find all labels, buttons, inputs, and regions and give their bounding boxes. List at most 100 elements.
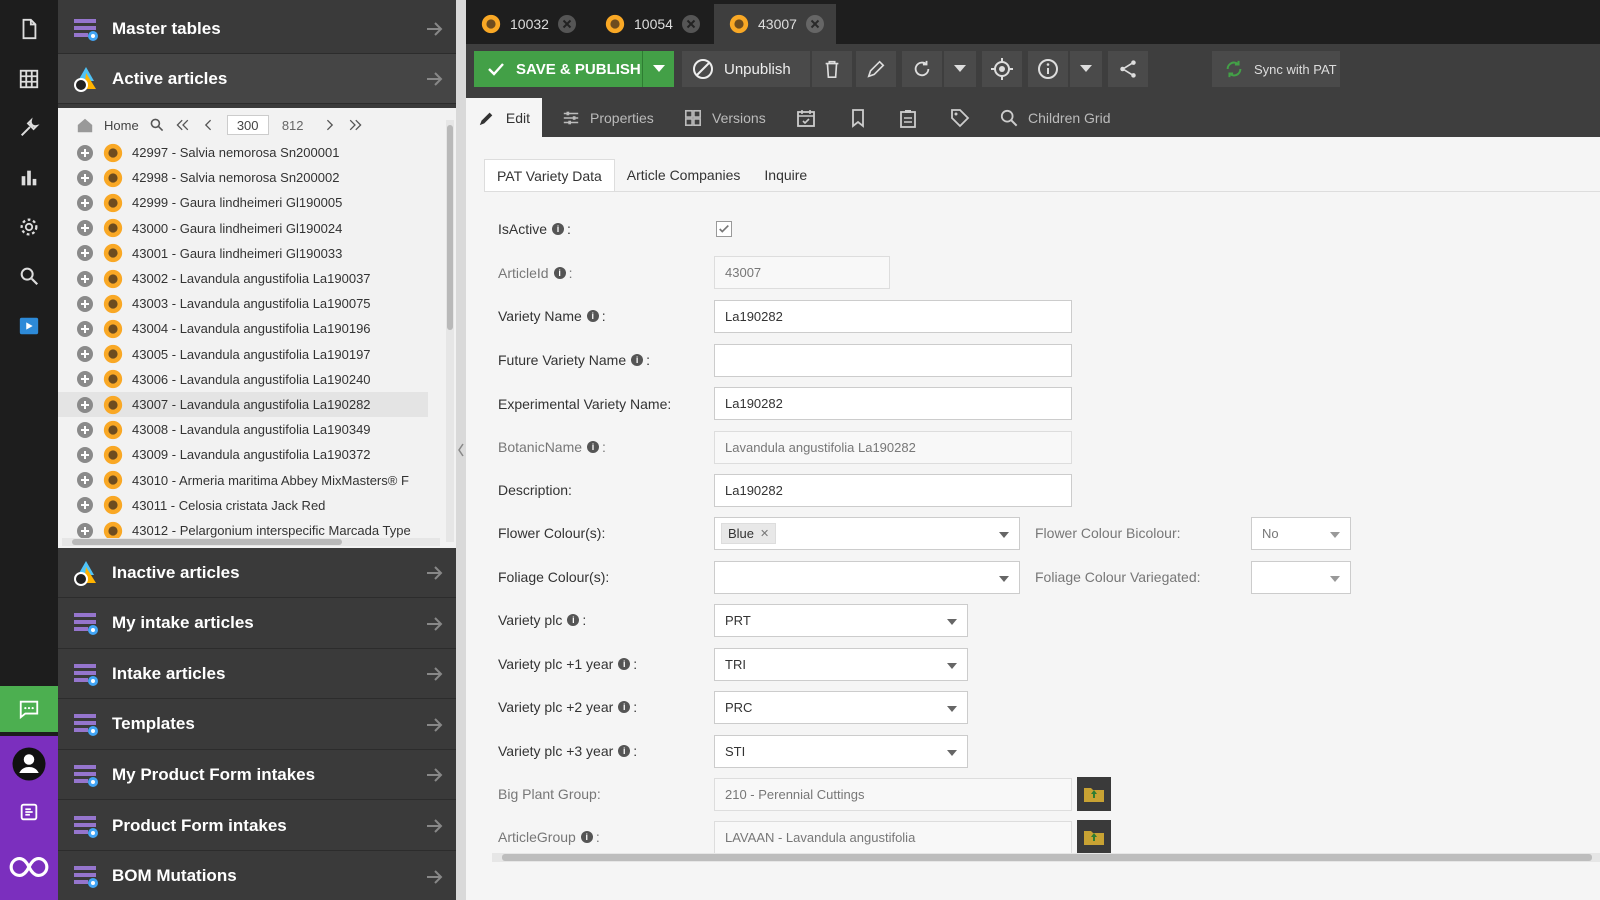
info-icon[interactable]: i xyxy=(618,745,631,757)
future-variety-name-input[interactable] xyxy=(714,344,1072,377)
expand-icon[interactable] xyxy=(76,144,94,162)
tree-item[interactable]: 43011 - Celosia cristata Jack Red xyxy=(58,493,428,518)
doc-tab-10054[interactable]: 10054 xyxy=(590,4,712,44)
close-icon[interactable] xyxy=(682,15,700,33)
search-icon[interactable] xyxy=(149,117,165,133)
tree-item[interactable]: 43007 - Lavandula angustifolia La190282 xyxy=(58,392,428,417)
doc-tab-43007[interactable]: 43007 xyxy=(714,4,836,44)
remove-tag-icon[interactable]: ✕ xyxy=(760,527,769,540)
sync-with-pat-button[interactable]: Sync with PAT xyxy=(1212,51,1340,87)
expand-icon[interactable] xyxy=(76,396,94,414)
tab-schedule[interactable] xyxy=(784,98,838,137)
variety-plc-plus3-select[interactable]: STI xyxy=(714,735,968,768)
play-icon[interactable] xyxy=(0,303,58,349)
expand-icon[interactable] xyxy=(76,345,94,363)
delete-button[interactable] xyxy=(812,51,852,87)
expand-icon[interactable] xyxy=(76,270,94,288)
tab-pat-variety-data[interactable]: PAT Variety Data xyxy=(484,159,615,191)
gear-icon[interactable] xyxy=(0,204,58,250)
flower-colour-bicolour-select[interactable]: No xyxy=(1251,517,1351,550)
tab-properties[interactable]: Properties xyxy=(550,98,666,137)
tab-edit[interactable]: Edit xyxy=(466,98,542,137)
next-page-icon[interactable] xyxy=(321,117,337,133)
tab-tags[interactable] xyxy=(938,98,992,137)
tab-article-companies[interactable]: Article Companies xyxy=(615,159,753,191)
chat-icon[interactable] xyxy=(0,686,58,732)
foliage-colour-variegated-select[interactable] xyxy=(1251,561,1351,594)
tab-clipboard[interactable] xyxy=(886,98,940,137)
tree-item[interactable]: 42997 - Salvia nemorosa Sn200001 xyxy=(58,140,428,165)
tree-item[interactable]: 42998 - Salvia nemorosa Sn200002 xyxy=(58,165,428,190)
variety-name-input[interactable]: La190282 xyxy=(714,300,1072,333)
section-my-intake-articles[interactable]: My intake articles xyxy=(58,599,456,649)
info-options-dropdown[interactable] xyxy=(1070,51,1102,87)
expand-icon[interactable] xyxy=(76,496,94,514)
last-page-icon[interactable] xyxy=(347,117,363,133)
info-icon[interactable]: i xyxy=(567,614,580,626)
info-button[interactable] xyxy=(1028,51,1068,87)
expand-icon[interactable] xyxy=(76,244,94,262)
wrench-icon[interactable] xyxy=(0,105,58,151)
close-icon[interactable] xyxy=(806,15,824,33)
page-number-input[interactable]: 300 xyxy=(226,115,269,135)
prev-page-icon[interactable] xyxy=(201,117,217,133)
tree-item[interactable]: 43004 - Lavandula angustifolia La190196 xyxy=(58,316,428,341)
section-templates[interactable]: Templates xyxy=(58,700,456,750)
expand-icon[interactable] xyxy=(76,194,94,212)
form-horizontal-scrollbar[interactable] xyxy=(492,853,1600,862)
variety-plc-plus2-select[interactable]: PRC xyxy=(714,691,968,724)
edit-button[interactable] xyxy=(856,51,896,87)
info-icon[interactable]: i xyxy=(586,310,599,322)
section-inactive-articles[interactable]: Inactive articles xyxy=(58,548,456,598)
close-icon[interactable] xyxy=(558,15,576,33)
expand-icon[interactable] xyxy=(76,219,94,237)
tree-item[interactable]: 43005 - Lavandula angustifolia La190197 xyxy=(58,342,428,367)
grid-icon[interactable] xyxy=(0,56,58,102)
tab-versions[interactable]: Versions xyxy=(672,98,778,137)
section-intake-articles[interactable]: Intake articles xyxy=(58,649,456,700)
expand-icon[interactable] xyxy=(76,295,94,313)
tree-horizontal-scrollbar[interactable] xyxy=(62,538,440,546)
tree-item[interactable]: 43009 - Lavandula angustifolia La190372 xyxy=(58,442,428,467)
tree-item[interactable]: 42999 - Gaura lindheimeri Gl190005 xyxy=(58,190,428,215)
tree-item[interactable]: 43000 - Gaura lindheimeri Gl190024 xyxy=(58,216,428,241)
user-avatar-icon[interactable] xyxy=(0,741,58,787)
expand-icon[interactable] xyxy=(76,421,94,439)
info-icon[interactable]: i xyxy=(552,223,565,235)
tree-item[interactable]: 43003 - Lavandula angustifolia La190075 xyxy=(58,291,428,316)
section-bom-mutations[interactable]: BOM Mutations xyxy=(58,852,456,900)
logout-icon[interactable] xyxy=(0,789,58,835)
tab-bookmark[interactable] xyxy=(836,98,890,137)
collapse-handle-icon[interactable] xyxy=(458,442,464,458)
variety-plc-select[interactable]: PRT xyxy=(714,604,968,637)
browse-article-group-button[interactable] xyxy=(1077,820,1111,854)
foliage-colours-multiselect[interactable] xyxy=(714,561,1020,594)
save-publish-button[interactable]: SAVE & PUBLISH xyxy=(474,51,642,87)
section-master-tables[interactable]: Master tables xyxy=(58,4,456,54)
tab-inquire[interactable]: Inquire xyxy=(752,159,819,191)
bar-chart-icon[interactable] xyxy=(0,155,58,201)
tree-vertical-scrollbar[interactable] xyxy=(446,120,454,542)
tree-item[interactable]: 43008 - Lavandula angustifolia La190349 xyxy=(58,417,428,442)
refresh-button[interactable] xyxy=(902,51,942,87)
experimental-variety-name-input[interactable]: La190282 xyxy=(714,387,1072,420)
info-icon[interactable]: i xyxy=(618,658,631,670)
is-active-checkbox[interactable] xyxy=(716,221,732,237)
document-icon[interactable] xyxy=(0,6,58,52)
expand-icon[interactable] xyxy=(76,522,94,540)
section-product-form-intakes[interactable]: Product Form intakes xyxy=(58,801,456,851)
home-icon[interactable] xyxy=(76,116,94,134)
locate-button[interactable] xyxy=(982,51,1022,87)
info-icon[interactable]: i xyxy=(553,267,566,279)
search-icon[interactable] xyxy=(0,253,58,299)
info-icon[interactable]: i xyxy=(631,354,644,366)
tree-item[interactable]: 43006 - Lavandula angustifolia La190240 xyxy=(58,367,428,392)
expand-icon[interactable] xyxy=(76,471,94,489)
section-my-product-form-intakes[interactable]: My Product Form intakes xyxy=(58,750,456,801)
share-button[interactable] xyxy=(1108,51,1148,87)
home-label[interactable]: Home xyxy=(104,118,139,133)
flower-colours-multiselect[interactable]: Blue ✕ xyxy=(714,517,1020,550)
info-icon[interactable]: i xyxy=(618,701,631,713)
info-icon[interactable]: i xyxy=(587,441,600,453)
description-input[interactable]: La190282 xyxy=(714,474,1072,507)
